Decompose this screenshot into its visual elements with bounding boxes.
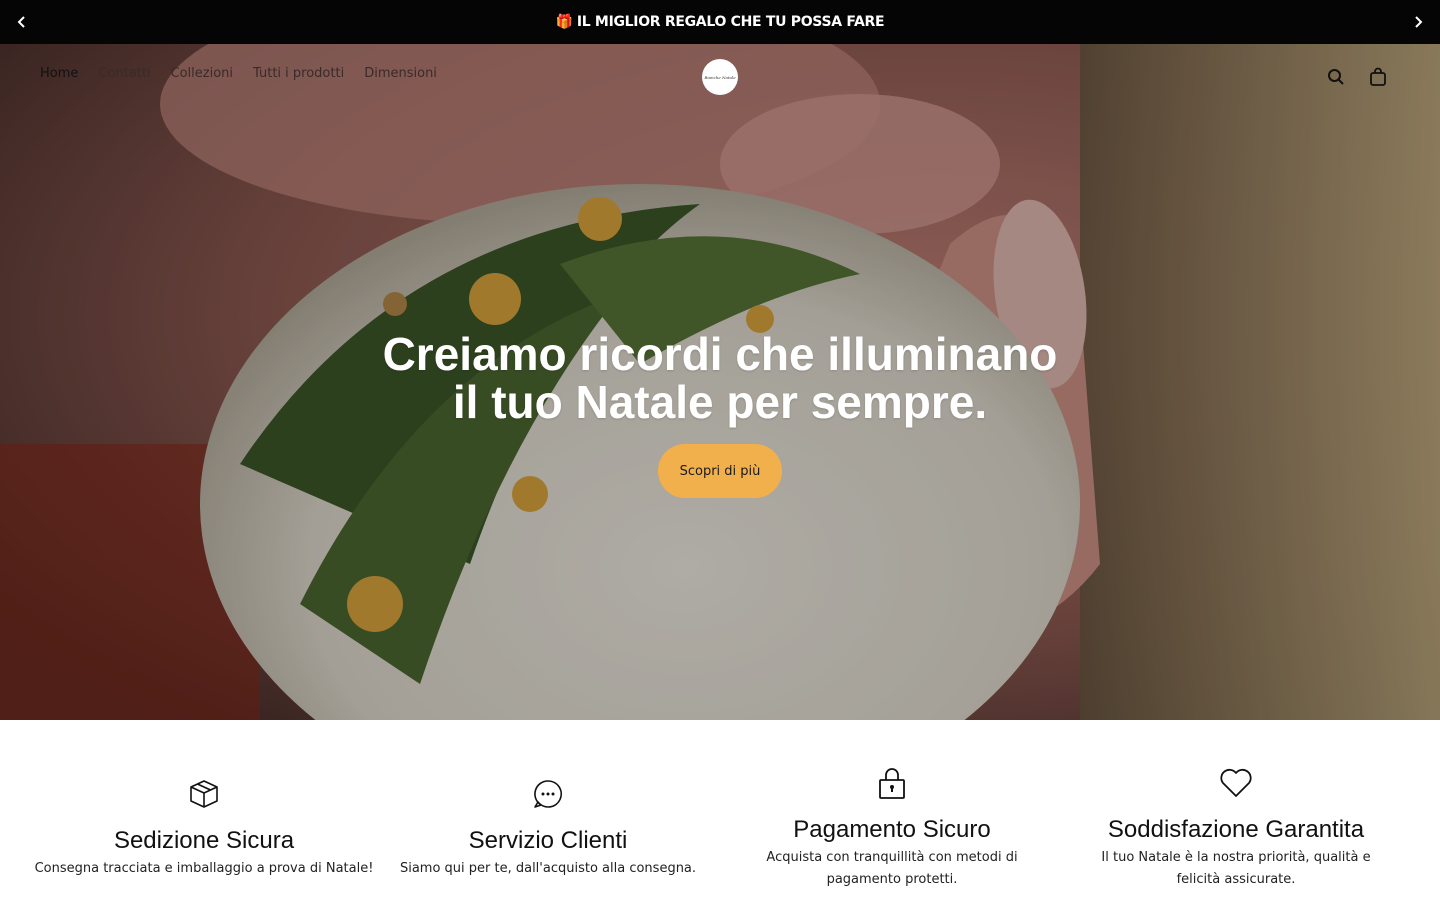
announcement-message: 🎁 IL MIGLIOR REGALO CHE TU POSSA FARE <box>0 0 1440 44</box>
feature-text: Il tuo Natale è la nostra priorità, qual… <box>1101 850 1371 887</box>
lock-icon <box>878 766 906 805</box>
feature-title: Servizio Clienti <box>468 827 628 854</box>
hero-title: Creiamo ricordi che illuminano il tuo Na… <box>320 330 1120 426</box>
nav-item-home[interactable]: Home <box>40 66 78 81</box>
feature-title: Pagamento Sicuro <box>793 816 991 843</box>
shopping-bag-icon[interactable] <box>1367 66 1389 88</box>
hero-title-line-2: il tuo Natale per sempre. <box>452 376 988 428</box>
feature-text: Acquista con tranquillità con metodi di p… <box>766 850 1018 887</box>
site-logo[interactable]: Bianche Natale <box>702 59 738 95</box>
feature-title: Sedizione Sicura <box>113 827 295 854</box>
announcement-text: IL MIGLIOR REGALO CHE TU POSSA FARE <box>576 14 885 30</box>
hero-title-line-1: Creiamo ricordi che illuminano <box>382 328 1058 380</box>
announcement-bar: 🎁 IL MIGLIOR REGALO CHE TU POSSA FARE <box>0 0 1440 44</box>
nav-item-contatti[interactable]: Contatti <box>98 66 150 81</box>
discover-more-button[interactable]: Scopri di più <box>658 444 782 498</box>
main-nav: Home Contatti Collezioni Tutti i prodott… <box>40 66 437 81</box>
chevron-right-icon[interactable] <box>1407 11 1429 33</box>
feature-text: Consegna tracciata e imballaggio a prova… <box>34 861 374 876</box>
heart-icon <box>1219 768 1253 803</box>
nav-item-dimensioni[interactable]: Dimensioni <box>364 66 437 81</box>
logo-text: Bianche Natale <box>704 74 736 80</box>
box-icon <box>188 778 220 815</box>
gift-icon: 🎁 <box>555 14 573 30</box>
nav-item-tutti-i-prodotti[interactable]: Tutti i prodotti <box>253 66 344 81</box>
feature-text: Siamo qui per te, dall'acquisto alla con… <box>399 861 697 876</box>
search-icon[interactable] <box>1325 66 1347 88</box>
features-section: Sedizione Sicura Consegna tracciata e im… <box>0 720 1440 900</box>
nav-item-collezioni[interactable]: Collezioni <box>171 66 234 81</box>
feature-title: Soddisfazione Garantita <box>1107 816 1365 843</box>
chat-bubble-icon <box>533 779 563 814</box>
